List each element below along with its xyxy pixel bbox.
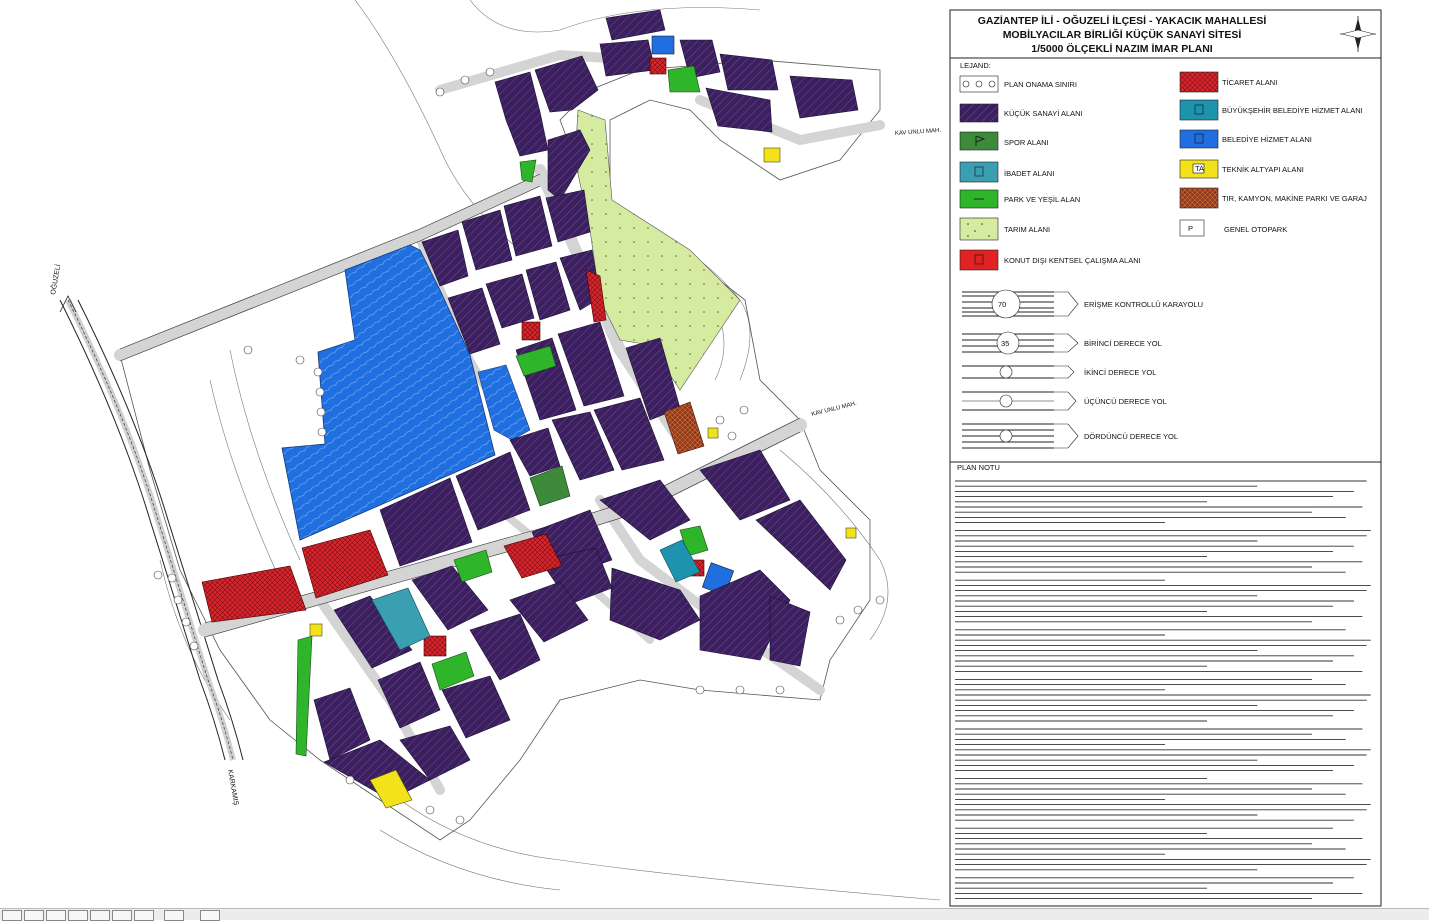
legend-label-agriculture: TARIM ALANI xyxy=(1004,225,1050,234)
toolbar-button-4[interactable] xyxy=(68,910,88,921)
legend-label-tech-infra: TEKNİK ALTYAPI ALANI xyxy=(1222,165,1304,174)
legend-road-third-label: ÜÇÜNCÜ DERECE YOL xyxy=(1084,397,1167,406)
bottom-toolbar xyxy=(0,908,1429,921)
legend-label-commerce: TİCARET ALANI xyxy=(1222,78,1277,87)
toolbar-button-7[interactable] xyxy=(134,910,154,921)
legend-label-truck-park: TIR, KAMYON, MAKİNE PARKI VE GARAJ xyxy=(1222,194,1367,203)
legend-road-expressway-badge: 70 xyxy=(998,300,1006,309)
svg-text:TA: TA xyxy=(1195,164,1204,173)
legend-label-metro-service: BÜYÜKŞEHİR BELEDİYE HİZMET ALANI xyxy=(1222,106,1363,115)
svg-text:P: P xyxy=(1188,224,1193,233)
legend-road-expressway-label: ERİŞME KONTROLLÜ KARAYOLU xyxy=(1084,300,1203,309)
toolbar-button-3[interactable] xyxy=(46,910,66,921)
highway-west xyxy=(59,298,244,761)
municipal-service-north xyxy=(651,35,675,55)
legend-label-urban-work: KONUT DIŞI KENTSEL ÇALIŞMA ALANI xyxy=(1004,256,1141,265)
toolbar-button-6[interactable] xyxy=(112,910,132,921)
legend-label-parking: GENEL OTOPARK xyxy=(1224,225,1287,234)
legend-label-sport: SPOR ALANI xyxy=(1004,138,1049,147)
toolbar-button-2[interactable] xyxy=(24,910,44,921)
legend-road-second-label: İKİNCİ DERECE YOL xyxy=(1084,368,1156,377)
toolbar-button-5[interactable] xyxy=(90,910,110,921)
title-line-1: GAZİANTEP İLİ - OĞUZELİ İLÇESİ - YAKACIK… xyxy=(978,14,1267,27)
legend-road-fourth-label: DÖRDÜNCÜ DERECE YOL xyxy=(1084,432,1178,441)
toolbar-button-1[interactable] xyxy=(2,910,22,921)
toolbar-button-8[interactable] xyxy=(164,910,184,921)
label-oguzeli: OĞUZELİ xyxy=(48,263,62,295)
legend-road-first-badge: 35 xyxy=(1001,339,1009,348)
plan-notes-heading: PLAN NOTU xyxy=(957,463,1000,472)
toolbar-button-9[interactable] xyxy=(200,910,220,921)
title-line-3: 1/5000 ÖLÇEKLİ NAZIM İMAR PLANI xyxy=(1031,42,1213,55)
label-kavunlu-mid: KAV UNLU MAH. xyxy=(811,401,858,418)
legend-road-first-label: BİRİNCİ DERECE YOL xyxy=(1084,339,1162,348)
legend-heading: LEJAND: xyxy=(960,61,991,70)
municipal-service-area-large xyxy=(281,244,496,541)
map-area: OĞUZELİ KARKAMIŞ KAV UNLU MAH. KAV UNLU … xyxy=(48,0,942,901)
zoning-map: OĞUZELİ KARKAMIŞ KAV UNLU MAH. KAV UNLU … xyxy=(48,0,1382,907)
legend-label-municipal-service: BELEDİYE HİZMET ALANI xyxy=(1222,135,1312,144)
label-karkamis: KARKAMIŞ xyxy=(226,769,239,806)
label-kavunlu-top: KAV UNLU MAH. xyxy=(895,128,942,137)
title-line-2: MOBİLYACILAR BİRLİĞİ KÜÇÜK SANAYİ SİTESİ xyxy=(1003,28,1242,41)
truck-park-area xyxy=(663,401,705,455)
legend-panel: GAZİANTEP İLİ - OĞUZELİ İLÇESİ - YAKACIK… xyxy=(949,9,1382,907)
legend-label-plan-boundary: PLAN ONAMA SINIRI xyxy=(1004,80,1077,89)
legend-label-small-industry: KÜÇÜK SANAYİ ALANI xyxy=(1004,109,1083,118)
legend-label-park: PARK VE YEŞİL ALAN xyxy=(1004,195,1080,204)
legend-label-worship: İBADET ALANI xyxy=(1004,169,1054,178)
